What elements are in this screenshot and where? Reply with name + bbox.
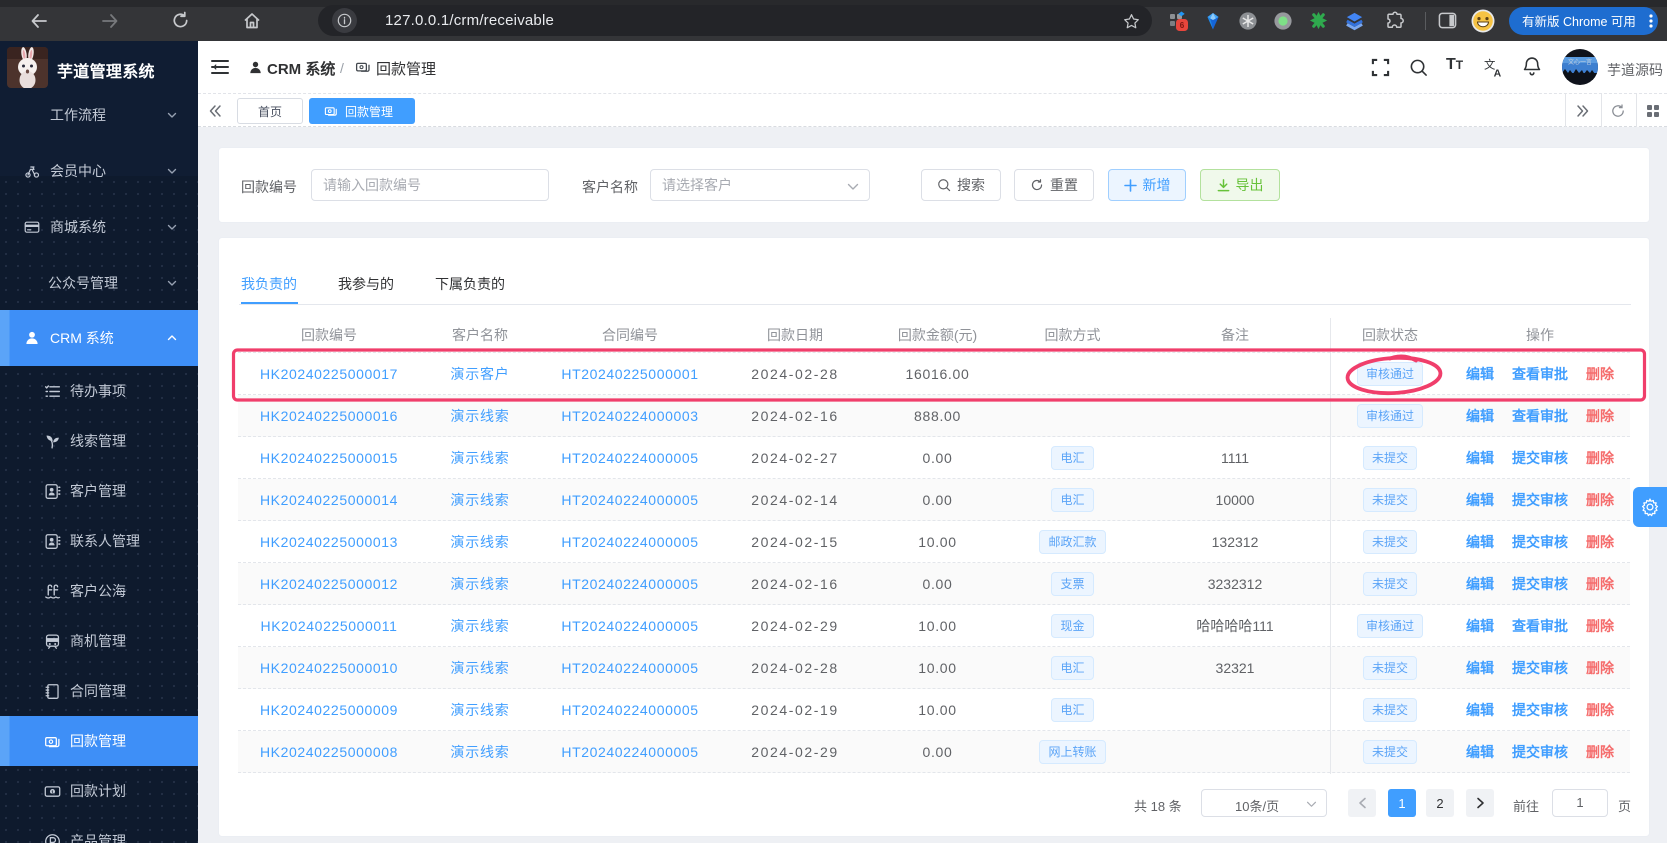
svg-text:6: 6 — [1180, 21, 1185, 30]
svg-text:文心一言: 文心一言 — [1568, 58, 1592, 66]
svg-text:1: 1 — [51, 789, 54, 794]
svg-text:A: A — [1494, 67, 1502, 78]
